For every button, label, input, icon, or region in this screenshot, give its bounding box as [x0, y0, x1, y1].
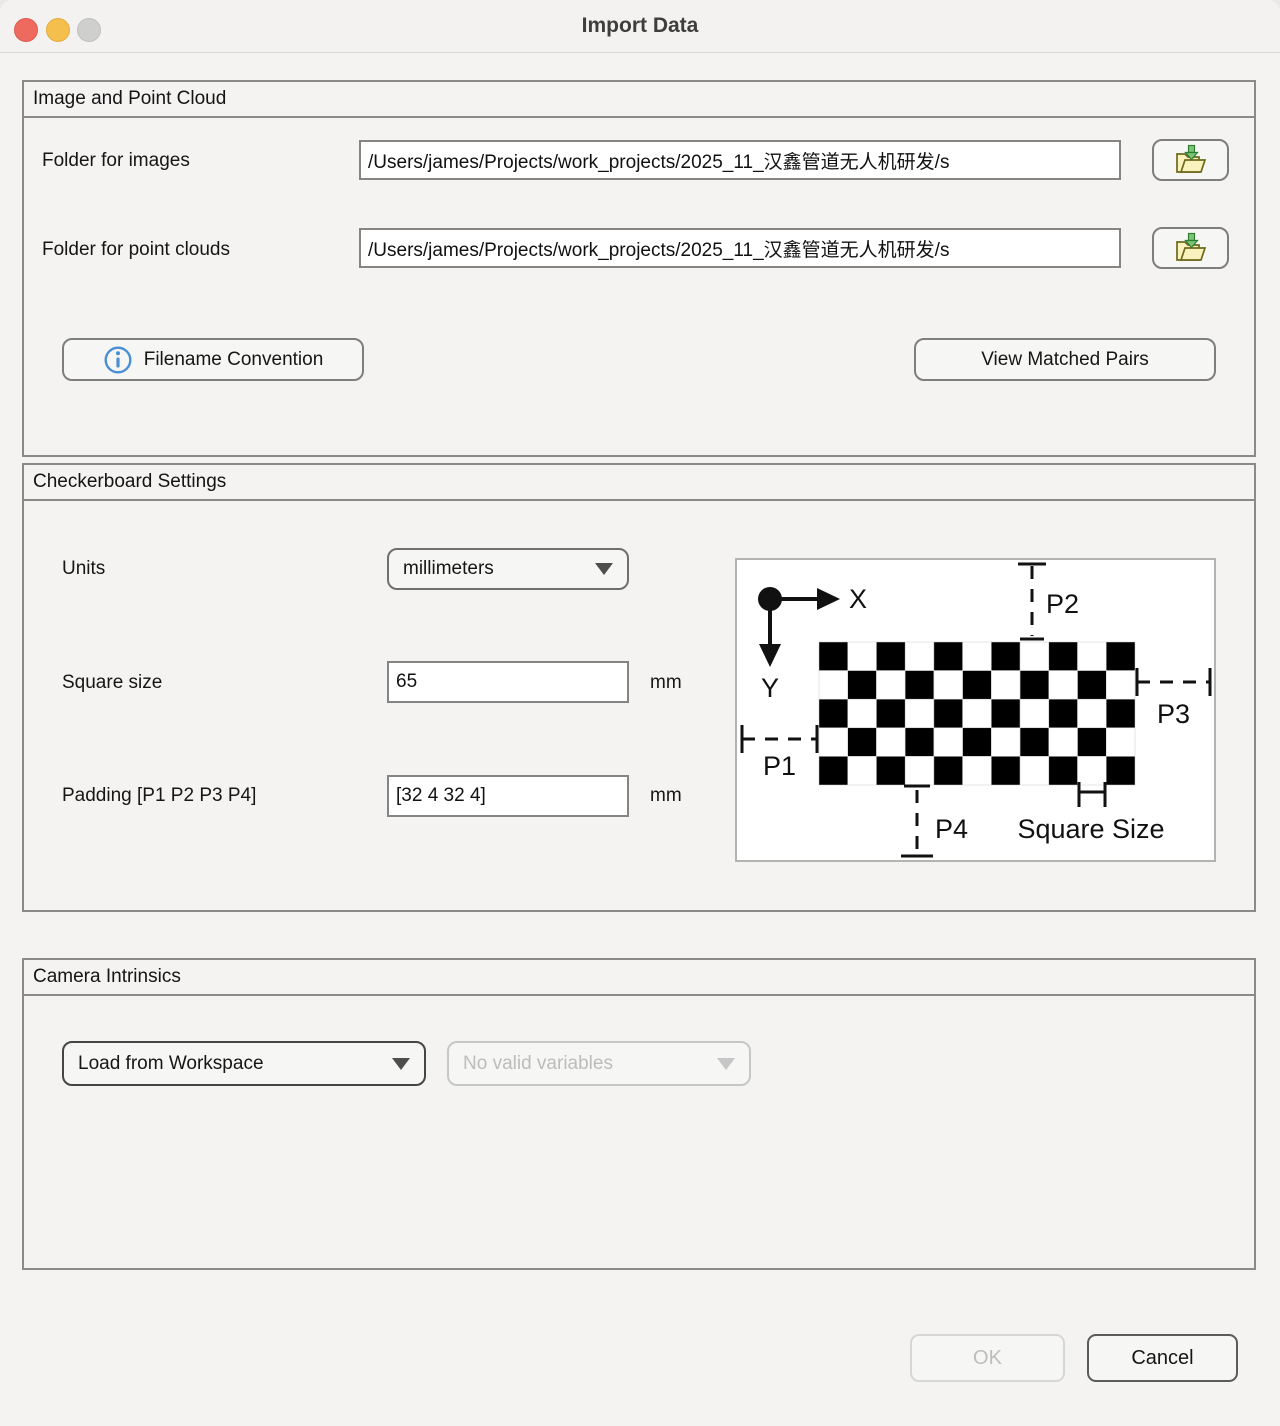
p1-label: P1 [763, 751, 796, 781]
view-matched-pairs-button[interactable]: View Matched Pairs [914, 338, 1216, 381]
checkerboard-cells [819, 642, 1135, 785]
checkerboard-diagram-svg: X Y P2 P3 P1 P4 [737, 560, 1214, 860]
checkerboard-settings-header: Checkerboard Settings [24, 465, 1254, 501]
p4-label: P4 [935, 814, 968, 844]
padding-unit: mm [650, 785, 682, 807]
ok-button: OK [910, 1334, 1065, 1382]
intrinsics-source-value: Load from Workspace [78, 1053, 384, 1075]
info-icon [103, 345, 133, 375]
y-axis-label: Y [761, 673, 779, 703]
filename-convention-label: Filename Convention [144, 349, 324, 371]
square-size-input[interactable] [387, 661, 629, 703]
intrinsics-variables-dropdown: No valid variables [447, 1041, 751, 1086]
window-title: Import Data [0, 0, 1280, 52]
y-axis-arrow-icon [759, 644, 781, 667]
x-axis-arrow-icon [817, 588, 840, 610]
folder-point-clouds-input[interactable] [359, 228, 1121, 268]
image-point-cloud-header: Image and Point Cloud [24, 82, 1254, 118]
folder-images-input[interactable] [359, 140, 1121, 180]
padding-label: Padding [P1 P2 P3 P4] [62, 785, 256, 807]
intrinsics-variables-value: No valid variables [463, 1053, 709, 1075]
units-label: Units [62, 558, 105, 580]
units-dropdown[interactable]: millimeters [387, 548, 629, 590]
chevron-down-icon [392, 1058, 410, 1070]
import-data-dialog: Import Data Image and Point Cloud Folder… [0, 0, 1280, 1426]
title-bar: Import Data [0, 0, 1280, 53]
browse-images-button[interactable] [1152, 139, 1229, 181]
chevron-down-icon [717, 1058, 735, 1070]
p3-label: P3 [1157, 699, 1190, 729]
checkerboard-diagram: X Y P2 P3 P1 P4 [735, 558, 1216, 862]
folder-images-label: Folder for images [42, 150, 190, 172]
folder-point-clouds-label: Folder for point clouds [42, 239, 230, 261]
units-value: millimeters [403, 558, 587, 580]
square-size-label: Square size [62, 672, 162, 694]
ok-label: OK [973, 1347, 1002, 1370]
view-matched-pairs-label: View Matched Pairs [981, 349, 1149, 371]
camera-intrinsics-header: Camera Intrinsics [24, 960, 1254, 996]
square-size-caption: Square Size [1017, 814, 1164, 844]
cancel-label: Cancel [1131, 1347, 1193, 1370]
padding-input[interactable] [387, 775, 629, 817]
open-folder-icon [1173, 232, 1209, 264]
filename-convention-button[interactable]: Filename Convention [62, 338, 364, 381]
intrinsics-source-dropdown[interactable]: Load from Workspace [62, 1041, 426, 1086]
p2-label: P2 [1046, 589, 1079, 619]
camera-intrinsics-group: Camera Intrinsics [22, 958, 1256, 1270]
x-axis-label: X [849, 584, 867, 614]
open-folder-icon [1173, 144, 1209, 176]
browse-point-clouds-button[interactable] [1152, 227, 1229, 269]
square-size-unit: mm [650, 672, 682, 694]
chevron-down-icon [595, 563, 613, 575]
image-point-cloud-group: Image and Point Cloud [22, 80, 1256, 457]
cancel-button[interactable]: Cancel [1087, 1334, 1238, 1382]
